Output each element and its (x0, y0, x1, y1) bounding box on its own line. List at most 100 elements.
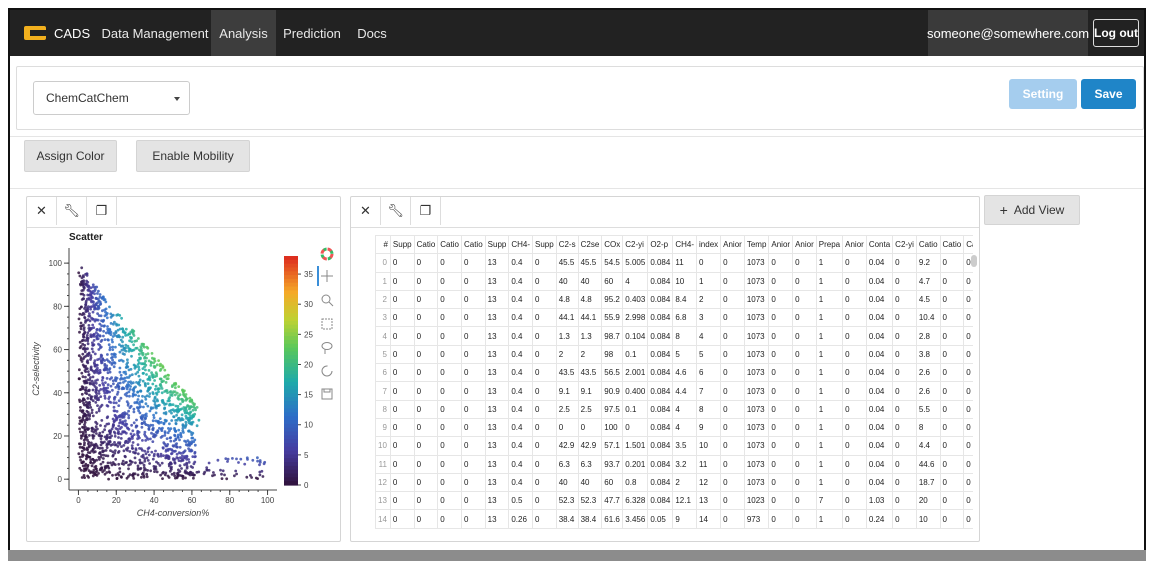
wrench-icon[interactable]: 🔧︎ (57, 197, 87, 225)
table-cell: 0 (768, 491, 794, 511)
scatter-point (140, 425, 144, 429)
column-header[interactable]: Catio (939, 235, 965, 255)
table-row[interactable]: 6 0 0 0 0 13 0.4 0 43.5 43.5 56.5 2.001 0.084 4.6 6 0 10… (375, 363, 973, 383)
scatter-chart[interactable]: Scatter 0 20 40 60 80 100020406080100CH4-conv… (27, 228, 340, 542)
table-row[interactable]: 8 0 0 0 0 13 0.4 0 2.5 2.5 97.5 0.1 0.084 4 8 0 1073 0 0 1 0… (375, 399, 973, 419)
copy-icon[interactable]: ❐ (87, 197, 117, 225)
table-row[interactable]: 2 0 0 0 0 13 0.4 0 4.8 4.8 95.2 0.403 0.084 8.4 2 0 1073… (375, 289, 973, 310)
pan-tool-icon[interactable] (321, 270, 333, 282)
column-header[interactable]: Supp (389, 235, 415, 255)
column-header[interactable]: O2-p (647, 235, 674, 255)
dataset-select[interactable]: ChemCatChem (33, 81, 190, 115)
wrench-icon[interactable]: 🔧︎ (381, 197, 411, 225)
copy-icon[interactable]: ❐ (411, 197, 441, 225)
nav-analysis[interactable]: Analysis (211, 10, 276, 56)
table-cell: 0.4 (508, 344, 534, 365)
scatter-point (141, 372, 145, 375)
scatter-point (136, 433, 140, 437)
table-row[interactable]: 1 0 0 0 0 13 0.4 0 40 40 60 4 0.084 10 1 0 1073 0 0 1 0 0.04 0… (375, 271, 973, 291)
brand[interactable]: CADS (24, 10, 90, 56)
lasso-tool-icon[interactable] (321, 342, 333, 355)
scatter-point (179, 431, 183, 435)
scatter-point (104, 381, 107, 384)
column-header[interactable]: Catio (963, 235, 973, 255)
scatter-point (93, 362, 96, 366)
table-cell: 13 (484, 363, 510, 383)
zoom-tool-icon[interactable] (321, 294, 334, 307)
colorbar: 0 5 10 15 20 25 30 35 (284, 256, 313, 490)
save-button[interactable]: Save (1081, 79, 1136, 109)
column-header[interactable]: Supp (484, 235, 510, 255)
column-header[interactable]: COx (601, 235, 624, 255)
nav-prediction[interactable]: Prediction (277, 10, 347, 56)
add-view-button[interactable]: + Add View (984, 195, 1080, 225)
reset-icon[interactable] (321, 365, 333, 377)
table-row[interactable]: 14 0 0 0 0 13 0.26 0 38.4 38.4 61.6 3.456 0.05 9 14 0 97… (375, 509, 973, 529)
table-row[interactable]: 10 0 0 0 0 13 0.4 0 42.9 42.9 57.1 1.501 0.084 3.5 10 0… (375, 436, 973, 456)
column-header[interactable]: C2-yi (892, 235, 917, 255)
table-row[interactable]: 11 0 0 0 0 13 0.4 0 6.3 6.3 93.7 0.201 0.084 3.2 11 0 10… (375, 454, 973, 474)
table-cell: 0 (532, 509, 557, 529)
scatter-point (153, 403, 157, 406)
enable-mobility-button[interactable]: Enable Mobility (136, 140, 250, 172)
scatter-point (108, 377, 112, 381)
table-row[interactable]: 12 0 0 0 0 13 0.4 0 40 40 60 0.8 0.084 2 12 0 1073 0 0 1 0 0.… (375, 472, 973, 493)
column-header[interactable]: Catio (437, 235, 462, 255)
table-cell: 0.4 (508, 289, 534, 310)
table-cell: 0 (720, 271, 745, 291)
column-header[interactable]: Supp (532, 235, 557, 255)
column-header[interactable]: Anior (768, 235, 794, 255)
scatter-point (98, 293, 102, 296)
column-header[interactable]: CH4- (672, 235, 698, 255)
column-header[interactable]: Catio (460, 235, 486, 255)
close-icon[interactable]: ✕ (27, 197, 57, 225)
table-cell: 13 (484, 509, 510, 529)
column-header[interactable]: Anior (720, 235, 745, 255)
table-row[interactable]: 0 0 0 0 0 13 0.4 0 45.5 45.5 54.5 5.005 0.084 11 0 0 107… (375, 253, 973, 273)
column-header[interactable]: Anior (792, 235, 817, 255)
scatter-point (86, 307, 89, 310)
scatter-point (96, 334, 99, 338)
column-header[interactable]: C2se (577, 235, 603, 255)
column-header[interactable]: # (375, 235, 391, 255)
table-cell: 38.4 (577, 509, 603, 529)
scatter-point (85, 336, 89, 340)
table-cell: 0 (892, 381, 917, 401)
nav-docs[interactable]: Docs (347, 10, 397, 56)
close-icon[interactable]: ✕ (351, 197, 381, 225)
column-header[interactable]: Prepa (815, 235, 844, 255)
column-header[interactable]: C2-yi (622, 235, 649, 255)
save-image-icon[interactable] (321, 388, 333, 400)
logout-button[interactable]: Log out (1093, 19, 1139, 47)
scatter-point (85, 334, 89, 337)
setting-button[interactable]: Setting (1009, 79, 1077, 109)
table-row[interactable]: 9 0 0 0 0 13 0.4 0 0 0 100 0 0.084 4 9 0 1073 0 0 1 0 0.04 0 8 0… (375, 417, 973, 438)
table-row[interactable]: 7 0 0 0 0 13 0.4 0 9.1 9.1 90.9 0.400 0.084 4.4 7 0 1073… (375, 381, 973, 401)
scatter-point (78, 330, 81, 334)
box-select-icon[interactable] (321, 318, 333, 330)
scatter-point (171, 449, 175, 453)
table-row[interactable]: 4 0 0 0 0 13 0.4 0 1.3 1.3 98.7 0.104 0.084 8 4 0 1073 0 0… (375, 326, 973, 346)
scatter-point (173, 474, 177, 478)
column-header[interactable]: Temp (743, 235, 770, 255)
column-header[interactable]: Anior (842, 235, 867, 255)
scatter-view: ✕ 🔧︎ ❐ Scatter 0 20 40 60 80 100 0 20 40 60 80 100 C… (26, 196, 341, 542)
table-row[interactable]: 5 0 0 0 0 13 0.4 0 2 2 98 0.1 0.084 5 5 0 1073 0 0 1 0 0.04 0 3… (375, 344, 973, 365)
assign-color-button[interactable]: Assign Color (24, 140, 117, 172)
data-table-container[interactable]: # Supp Catio Catio Catio Supp CH4- Supp C2-s C2se… (375, 235, 973, 535)
column-header[interactable]: Catio (915, 235, 941, 255)
column-header[interactable]: Conta (865, 235, 894, 255)
nav-data-management[interactable]: Data Management (100, 10, 210, 56)
table-cell: 47.7 (601, 491, 624, 511)
column-header[interactable]: CH4- (508, 235, 534, 255)
table-scrollbar[interactable] (971, 255, 977, 267)
scatter-point (126, 358, 129, 362)
column-header[interactable]: Catio (413, 235, 439, 255)
column-header[interactable]: C2-s (555, 235, 579, 255)
column-header[interactable]: index (696, 235, 722, 255)
table-cell: 13 (484, 491, 510, 511)
colorbar-segment (284, 313, 298, 318)
table-row[interactable]: 13 0 0 0 0 13 0.5 0 52.3 52.3 47.7 6.328 0.084 12.1 13… (375, 491, 973, 511)
scatter-point (106, 353, 109, 356)
table-row[interactable]: 3 0 0 0 0 13 0.4 0 44.1 44.1 55.9 2.998 0.084 6.8 3 0 10… (375, 308, 973, 328)
